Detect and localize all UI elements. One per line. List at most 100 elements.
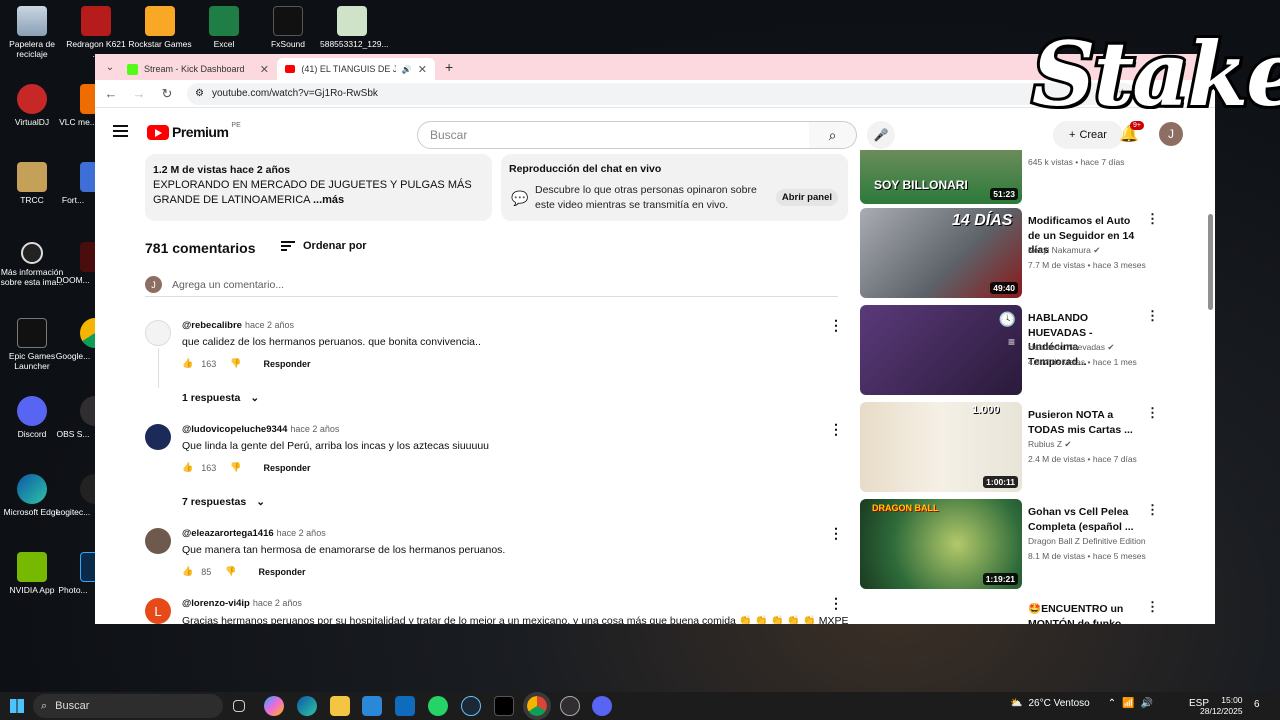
video-thumbnail[interactable]: 🕓 ≡ [860,305,1022,395]
url-field[interactable]: ⚙ youtube.com/watch?v=Gj1Ro-RwSbk ⊕ ⧉ ☆ [187,82,1135,105]
recommended-video[interactable]: 14 DÍAS 49:40 Modificamos el Auto de un … [860,208,1159,298]
file-explorer-icon[interactable] [330,696,350,716]
stake-logo: Stake [1029,21,1280,127]
close-tab-icon[interactable]: ✕ [418,63,427,76]
avatar[interactable]: L [145,598,171,624]
desktop-icon-photoshop[interactable]: Photo... [48,552,110,595]
windows-start-icon[interactable] [10,699,24,713]
more-options-icon[interactable]: ⋮ [829,318,843,332]
store-icon[interactable] [362,696,382,716]
like-icon[interactable]: 👍 [182,358,193,369]
reply-button[interactable]: Responder [263,463,310,473]
tab-youtube[interactable]: (41) EL TIANGUIS DE JUGUE 🔊 ✕ [277,58,435,80]
view-replies-button[interactable]: 1 respuesta ⌄ [182,392,259,404]
more-options-icon[interactable]: ⋮ [829,422,843,436]
avatar[interactable] [145,424,171,450]
recommended-video[interactable]: SOY BILLONARI 51:23 645 k vistas • hace … [860,150,1150,204]
view-replies-button[interactable]: 7 respuestas ⌄ [182,496,265,508]
video-duration: 51:23 [990,188,1018,200]
watch-later-icon[interactable]: 🕓 [999,311,1016,328]
terminal-icon[interactable] [494,696,514,716]
close-tab-icon[interactable]: ✕ [260,63,269,76]
tab-search-icon[interactable]: ⌄ [101,62,119,73]
youtube-logo[interactable]: Premium PE [147,122,241,140]
site-info-icon[interactable]: ⚙ [195,88,204,99]
avatar[interactable] [145,528,171,554]
add-to-queue-icon[interactable]: ≡ [1008,335,1015,349]
desktop-icon-logitech[interactable]: Logitec... [48,474,110,517]
reload-icon[interactable]: ↻ [159,86,175,102]
open-chat-panel-button[interactable]: Abrir panel [775,189,838,206]
kick-favicon-icon [127,63,138,75]
desktop-icon-fortnite[interactable]: Fort... [48,162,110,205]
edge-icon[interactable] [297,696,317,716]
comment-author[interactable]: @lorenzo-vi4ip [182,598,250,609]
sort-comments-button[interactable]: Ordenar por [281,240,367,252]
recommended-video[interactable]: DRAGON BALL 1:19:21 Gohan vs Cell Pelea … [860,499,1159,589]
new-tab-button[interactable]: + [445,59,453,75]
comment-author[interactable]: @eleazarortega1416 [182,528,274,539]
video-thumbnail[interactable]: 1.000 1:00:11 [860,402,1022,492]
search-input[interactable]: Buscar [417,121,810,149]
speaker-icon[interactable]: 🔊 [402,65,412,74]
desktop-icon-chrome[interactable]: Google... [48,318,110,361]
taskbar-search[interactable]: ⌕ Buscar [33,694,223,718]
dislike-icon[interactable]: 👎 [230,462,241,473]
wifi-icon[interactable]: 📶 [1122,698,1134,709]
add-comment-field[interactable]: J Agrega un comentario... [145,276,838,297]
more-options-icon[interactable]: ⋮ [829,596,843,610]
comment-author[interactable]: @ludovicopeluche9344 [182,424,287,435]
video-thumbnail[interactable]: 14 DÍAS 49:40 [860,208,1022,298]
more-options-icon[interactable]: ⋮ [1146,600,1159,613]
discord-icon[interactable] [592,696,612,716]
notification-center-icon[interactable]: 6 [1254,699,1260,710]
comment-author[interactable]: @rebecalibre [182,320,242,331]
voice-search-button[interactable]: 🎤 [867,121,895,149]
video-description[interactable]: 1.2 M de vistas hace 2 años EXPLORANDO E… [145,154,492,221]
steam-icon[interactable] [461,696,481,716]
show-more-link[interactable]: ...más [313,194,344,206]
avatar[interactable] [145,320,171,346]
forward-icon[interactable]: → [131,86,147,101]
obs-icon[interactable] [560,696,580,716]
outlook-icon[interactable] [395,696,415,716]
dislike-icon[interactable]: 👎 [230,358,241,369]
recommended-video[interactable]: 🕓 ≡ HABLANDO HUEVADAS - Undécima Tempora… [860,305,1159,395]
chrome-icon[interactable] [523,692,551,720]
like-icon[interactable]: 👍 [182,462,193,473]
task-view-icon[interactable] [233,700,245,712]
reply-button[interactable]: Responder [258,567,305,577]
reply-button[interactable]: Responder [263,359,310,369]
back-icon[interactable]: ← [103,86,119,101]
desktop-icon-image-file[interactable]: 588553312_129... [320,6,389,49]
search-button[interactable]: ⌕ [809,121,857,149]
more-options-icon[interactable]: ⋮ [1146,503,1159,516]
more-options-icon[interactable]: ⋮ [829,526,843,540]
desktop-icon-rockstar[interactable]: Rockstar Games [128,6,192,49]
recommended-video[interactable]: 🤩ENCUENTRO un MONTÓN de funko ... ⋮ [860,596,1159,624]
video-thumbnail[interactable]: SOY BILLONARI 51:23 [860,150,1022,204]
more-options-icon[interactable]: ⋮ [1146,212,1159,225]
menu-icon[interactable] [113,125,128,137]
more-options-icon[interactable]: ⋮ [1146,309,1159,322]
like-icon[interactable]: 👍 [182,566,193,577]
scrollbar[interactable] [1208,214,1213,310]
copilot-icon[interactable] [264,696,284,716]
desktop-icon-excel[interactable]: Excel [192,6,256,49]
whatsapp-icon[interactable] [428,696,448,716]
weather-icon[interactable]: ⛅ [1010,698,1022,709]
dislike-icon[interactable]: 👎 [225,566,236,577]
tab-kick-dashboard[interactable]: Stream - Kick Dashboard ✕ [119,58,277,80]
more-options-icon[interactable]: ⋮ [1146,406,1159,419]
desktop-icon-fxsound[interactable]: FxSound [256,6,320,49]
desktop-icon-recycle-bin[interactable]: Papelera de reciclaje [0,6,64,59]
clock[interactable]: 15:00 28/12/2025 [1200,695,1243,717]
desktop-icon-obs[interactable]: OBS S... [48,396,110,439]
browser-window: ⌄ Stream - Kick Dashboard ✕ (41) EL TIAN… [95,54,1215,624]
video-thumbnail[interactable]: DRAGON BALL 1:19:21 [860,499,1022,589]
chevron-up-icon[interactable]: ⌃ [1108,698,1116,709]
desktop-icon-doom[interactable]: DOOM... [48,242,110,285]
recommended-video[interactable]: 1.000 1:00:11 Pusieron NOTA a TODAS mis … [860,402,1159,492]
desktop-icon-redragon[interactable]: Redragon K621 ... [64,6,128,59]
volume-icon[interactable]: 🔊 [1141,698,1153,709]
